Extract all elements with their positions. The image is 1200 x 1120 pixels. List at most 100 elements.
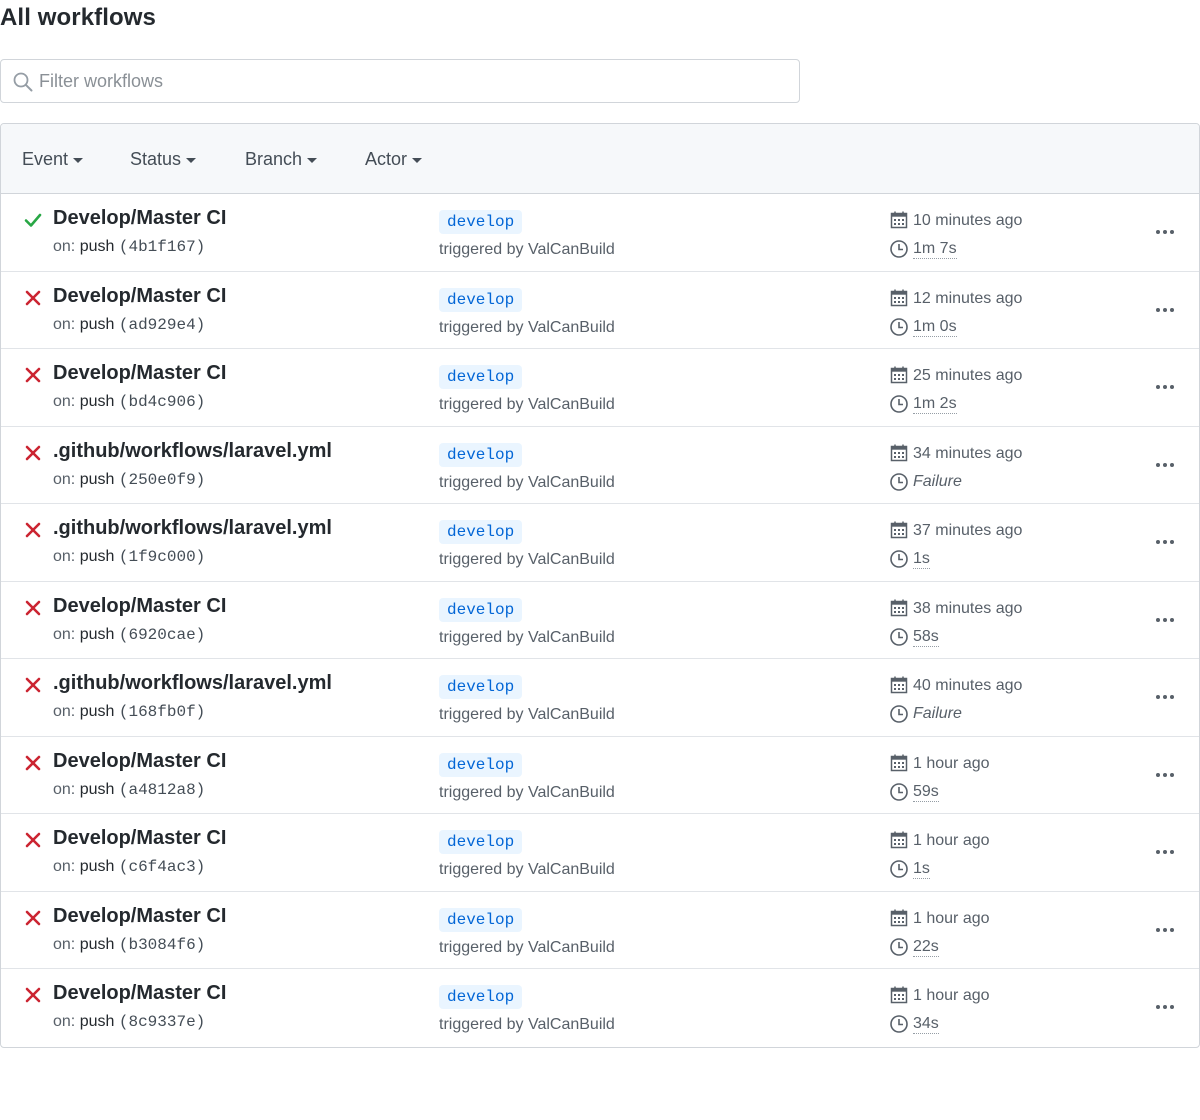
workflow-run-name-link[interactable]: Develop/Master CI xyxy=(53,905,226,928)
workflow-run-row[interactable]: Develop/Master CI on: push (ad929e4) devel… xyxy=(1,272,1199,349)
workflow-run-row[interactable]: Develop/Master CI on: push (b3084f6) devel… xyxy=(1,892,1199,969)
calendar-icon xyxy=(890,289,908,306)
workflow-run-row[interactable]: Develop/Master CI on: push (6920cae) devel… xyxy=(1,582,1199,659)
workflow-run-name-link[interactable]: Develop/Master CI xyxy=(53,285,226,308)
kebab-horizontal-icon[interactable] xyxy=(1153,687,1177,707)
workflow-run-row[interactable]: Develop/Master CI on: push (c6f4ac3) devel… xyxy=(1,814,1199,892)
triggered-by: triggered by ValCanBuild xyxy=(439,784,615,802)
actor-name: ValCanBuild xyxy=(527,783,615,801)
event-prefix: on: xyxy=(53,238,76,255)
triggered-prefix: triggered by xyxy=(439,396,524,413)
x-icon xyxy=(25,522,41,538)
run-duration: 1s xyxy=(913,550,930,569)
workflow-run-row[interactable]: Develop/Master CI on: push (a4812a8) devel… xyxy=(1,737,1199,814)
workflow-run-row[interactable]: .github/workflows/laravel.yml on: push (1… xyxy=(1,659,1199,737)
triggered-by: triggered by ValCanBuild xyxy=(439,1016,615,1034)
workflow-run-name-link[interactable]: Develop/Master CI xyxy=(53,207,226,230)
branch-label[interactable]: develop xyxy=(439,442,523,467)
triggered-prefix: triggered by xyxy=(439,241,524,258)
kebab-horizontal-icon[interactable] xyxy=(1153,532,1177,552)
commit-sha[interactable]: (8c9337e) xyxy=(119,1013,205,1031)
workflow-run-name-link[interactable]: Develop/Master CI xyxy=(53,750,226,773)
actor-name: ValCanBuild xyxy=(527,551,615,568)
workflow-run-name-link[interactable]: .github/workflows/laravel.yml xyxy=(53,672,332,695)
clock-icon xyxy=(890,317,908,336)
commit-sha[interactable]: (ad929e4) xyxy=(119,316,205,334)
clock-icon xyxy=(890,627,908,646)
workflow-run-name-link[interactable]: Develop/Master CI xyxy=(53,827,226,850)
triggered-prefix: triggered by xyxy=(439,318,524,336)
workflow-run-name-link[interactable]: Develop/Master CI xyxy=(53,362,226,385)
commit-sha[interactable]: (b3084f6) xyxy=(119,936,205,954)
x-icon xyxy=(25,445,41,460)
triggered-by: triggered by ValCanBuild xyxy=(439,706,615,724)
actor-filter-dropdown[interactable]: Actor xyxy=(365,149,423,170)
workflow-run-name-link[interactable]: Develop/Master CI xyxy=(53,595,226,618)
commit-sha[interactable]: (bd4c906) xyxy=(119,393,205,411)
branch-label[interactable]: develop xyxy=(439,287,523,312)
workflow-runs-list: Event Status Branch Actor Develop/Master… xyxy=(0,123,1200,1048)
kebab-horizontal-icon[interactable] xyxy=(1153,610,1177,630)
branch-filter-dropdown[interactable]: Branch xyxy=(245,149,318,170)
event-prefix: on: xyxy=(53,703,76,720)
x-icon xyxy=(25,910,41,925)
commit-sha[interactable]: (1f9c000) xyxy=(119,548,205,566)
commit-sha[interactable]: (a4812a8) xyxy=(119,781,205,799)
commit-sha[interactable]: (4b1f167) xyxy=(119,238,205,256)
triggered-by: triggered by ValCanBuild xyxy=(439,939,615,957)
branch-label[interactable]: develop xyxy=(439,210,523,234)
run-duration: 58s xyxy=(913,627,939,647)
branch-label[interactable]: develop xyxy=(439,752,523,777)
branch-label[interactable]: develop xyxy=(439,365,523,389)
status-filter-dropdown[interactable]: Status xyxy=(130,149,197,170)
caret-down-icon xyxy=(186,158,197,163)
branch-label[interactable]: develop xyxy=(439,907,523,932)
run-time-ago: 12 minutes ago xyxy=(913,289,1023,307)
branch-label[interactable]: develop xyxy=(439,597,523,622)
workflow-run-event: on: push (a4812a8) xyxy=(53,781,205,799)
workflow-run-row[interactable]: Develop/Master CI on: push (bd4c906) devel… xyxy=(1,349,1199,427)
kebab-horizontal-icon[interactable] xyxy=(1153,300,1177,320)
x-icon xyxy=(25,677,41,693)
kebab-horizontal-icon[interactable] xyxy=(1153,377,1177,397)
kebab-horizontal-icon[interactable] xyxy=(1153,455,1177,475)
commit-sha[interactable]: (c6f4ac3) xyxy=(119,858,205,876)
calendar-icon xyxy=(890,754,908,771)
calendar-icon xyxy=(890,676,908,694)
run-duration: 1m 0s xyxy=(913,317,957,337)
clock-icon xyxy=(890,395,908,413)
workflow-run-row[interactable]: Develop/Master CI on: push (4b1f167) devel… xyxy=(1,194,1199,272)
kebab-horizontal-icon[interactable] xyxy=(1153,997,1177,1017)
commit-sha[interactable]: (168fb0f) xyxy=(119,703,205,721)
kebab-horizontal-icon[interactable] xyxy=(1153,920,1177,940)
kebab-horizontal-icon[interactable] xyxy=(1153,222,1177,242)
workflow-run-name-link[interactable]: Develop/Master CI xyxy=(53,982,226,1005)
workflow-run-name-link[interactable]: .github/workflows/laravel.yml xyxy=(53,517,332,540)
kebab-horizontal-icon[interactable] xyxy=(1153,765,1177,785)
kebab-horizontal-icon[interactable] xyxy=(1153,842,1177,862)
run-time-ago: 25 minutes ago xyxy=(913,367,1023,384)
workflow-run-row[interactable]: .github/workflows/laravel.yml on: push (1… xyxy=(1,504,1199,582)
run-time-ago: 1 hour ago xyxy=(913,909,990,927)
workflow-run-row[interactable]: .github/workflows/laravel.yml on: push (2… xyxy=(1,427,1199,504)
branch-label[interactable]: develop xyxy=(439,985,523,1009)
workflow-run-name-link[interactable]: .github/workflows/laravel.yml xyxy=(53,440,332,463)
run-duration: Failure xyxy=(913,472,962,490)
check-icon xyxy=(24,213,42,227)
run-time-ago: 40 minutes ago xyxy=(913,677,1023,694)
branch-filter-label: Branch xyxy=(245,149,303,169)
triggered-prefix: triggered by xyxy=(439,628,524,646)
branch-label[interactable]: develop xyxy=(439,675,523,699)
branch-label[interactable]: develop xyxy=(439,520,523,544)
event-prefix: on: xyxy=(53,548,76,565)
filter-workflows-input[interactable] xyxy=(39,61,779,101)
search-icon xyxy=(13,72,33,92)
clock-icon xyxy=(890,937,908,956)
branch-label[interactable]: develop xyxy=(439,830,523,854)
workflow-run-row[interactable]: Develop/Master CI on: push (8c9337e) devel… xyxy=(1,969,1199,1047)
commit-sha[interactable]: (6920cae) xyxy=(119,626,205,644)
triggered-by: triggered by ValCanBuild xyxy=(439,629,615,647)
workflow-run-event: on: push (1f9c000) xyxy=(53,548,205,566)
event-filter-dropdown[interactable]: Event xyxy=(22,149,84,170)
commit-sha[interactable]: (250e0f9) xyxy=(119,471,205,489)
